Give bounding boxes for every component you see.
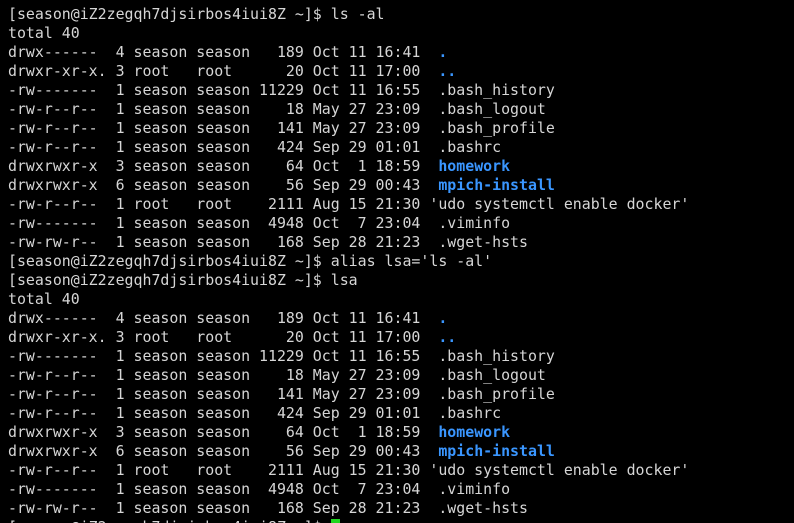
terminal-line-text: -bash: alias: -al': not found [8, 0, 268, 4]
directory-name: . [438, 43, 448, 61]
terminal-line-text: -rw-r--r-- 1 season season 18 May 27 23:… [8, 366, 546, 384]
terminal-output: -bash: alias: -al': not found[season@iZ2… [8, 0, 689, 523]
terminal-line: drwxrwxr-x 6 season season 56 Sep 29 00:… [8, 442, 689, 461]
terminal-line-text: -rw------- 1 season season 11229 Oct 11 … [8, 347, 555, 365]
terminal-line: drwx------ 4 season season 189 Oct 11 16… [8, 309, 689, 328]
terminal-line-text: -rw------- 1 season season 11229 Oct 11 … [8, 81, 555, 99]
terminal-line: -rw-r--r-- 1 root root 2111 Aug 15 21:30… [8, 461, 689, 480]
terminal-line-text: -rw-r--r-- 1 season season 18 May 27 23:… [8, 100, 546, 118]
terminal-line-text: total 40 [8, 290, 80, 308]
directory-name: .. [438, 62, 457, 80]
terminal-line-text: [season@iZ2zegqh7djsirbos4iui8Z ~]$ alia… [8, 252, 493, 270]
terminal-line: -rw------- 1 season season 4948 Oct 7 23… [8, 480, 689, 499]
terminal-line: total 40 [8, 290, 689, 309]
terminal-line-text: -rw-r--r-- 1 root root 2111 Aug 15 21:30… [8, 461, 690, 479]
directory-name: homework [438, 157, 511, 175]
terminal-line: -rw-r--r-- 1 season season 141 May 27 23… [8, 119, 689, 138]
directory-name: homework [438, 423, 511, 441]
terminal-line-text: -rw------- 1 season season 4948 Oct 7 23… [8, 480, 511, 498]
directory-name: . [438, 309, 448, 327]
terminal-line-text: -rw-rw-r-- 1 season season 168 Sep 28 21… [8, 499, 528, 517]
terminal-line-text: -rw------- 1 season season 4948 Oct 7 23… [8, 214, 511, 232]
terminal-line-text: drwxrwxr-x 3 season season 64 Oct 1 18:5… [8, 423, 439, 441]
terminal-line: -rw------- 1 season season 11229 Oct 11 … [8, 81, 689, 100]
directory-name: mpich-install [438, 176, 555, 194]
terminal-line-text: -rw-r--r-- 1 root root 2111 Aug 15 21:30… [8, 195, 690, 213]
terminal-line-text: [season@iZ2zegqh7djsirbos4iui8Z ~]$ lsa [8, 271, 358, 289]
terminal-line: -rw-r--r-- 1 season season 141 May 27 23… [8, 385, 689, 404]
terminal-line: drwxrwxr-x 6 season season 56 Sep 29 00:… [8, 176, 689, 195]
terminal-line: -rw-r--r-- 1 season season 424 Sep 29 01… [8, 138, 689, 157]
terminal-line: drwxrwxr-x 3 season season 64 Oct 1 18:5… [8, 157, 689, 176]
terminal-line: -rw-rw-r-- 1 season season 168 Sep 28 21… [8, 499, 689, 518]
terminal-line: -rw------- 1 season season 11229 Oct 11 … [8, 347, 689, 366]
terminal-line: -rw-r--r-- 1 season season 424 Sep 29 01… [8, 404, 689, 423]
terminal-line-text: -rw-r--r-- 1 season season 141 May 27 23… [8, 385, 555, 403]
directory-name: mpich-install [438, 442, 555, 460]
terminal-line-text: drwx------ 4 season season 189 Oct 11 16… [8, 43, 439, 61]
terminal-line: drwxr-xr-x. 3 root root 20 Oct 11 17:00 … [8, 62, 689, 81]
terminal-line: total 40 [8, 24, 689, 43]
terminal-line: -rw-r--r-- 1 season season 18 May 27 23:… [8, 366, 689, 385]
terminal-line: -rw-r--r-- 1 root root 2111 Aug 15 21:30… [8, 195, 689, 214]
terminal-line-text: -rw-r--r-- 1 season season 141 May 27 23… [8, 119, 555, 137]
terminal-line-text: -rw-r--r-- 1 season season 424 Sep 29 01… [8, 138, 502, 156]
terminal-line-text: [season@iZ2zegqh7djsirbos4iui8Z ~]$ ls -… [8, 5, 385, 23]
terminal-line: -rw------- 1 season season 4948 Oct 7 23… [8, 214, 689, 233]
terminal-line: drwxrwxr-x 3 season season 64 Oct 1 18:5… [8, 423, 689, 442]
terminal-line-text: drwxrwxr-x 6 season season 56 Sep 29 00:… [8, 442, 439, 460]
terminal-line-text: -rw-r--r-- 1 season season 424 Sep 29 01… [8, 404, 502, 422]
terminal-line-text: drwx------ 4 season season 189 Oct 11 16… [8, 309, 439, 327]
terminal-line: [season@iZ2zegqh7djsirbos4iui8Z ~]$ lsa [8, 271, 689, 290]
terminal-line-text: drwxrwxr-x 6 season season 56 Sep 29 00:… [8, 176, 439, 194]
directory-name: .. [438, 328, 457, 346]
terminal-window[interactable]: -bash: alias: -al': not found[season@iZ2… [0, 0, 794, 523]
terminal-line: [season@iZ2zegqh7djsirbos4iui8Z ~]$ alia… [8, 252, 689, 271]
terminal-line: -rw-r--r-- 1 season season 18 May 27 23:… [8, 100, 689, 119]
terminal-line: [season@iZ2zegqh7djsirbos4iui8Z ~]$ [8, 518, 689, 523]
terminal-line-text: drwxrwxr-x 3 season season 64 Oct 1 18:5… [8, 157, 439, 175]
terminal-line: -rw-rw-r-- 1 season season 168 Sep 28 21… [8, 233, 689, 252]
terminal-line-text: total 40 [8, 24, 80, 42]
terminal-line: drwx------ 4 season season 189 Oct 11 16… [8, 43, 689, 62]
terminal-line-text: drwxr-xr-x. 3 root root 20 Oct 11 17:00 [8, 328, 439, 346]
text-cursor [330, 519, 340, 523]
terminal-line: drwxr-xr-x. 3 root root 20 Oct 11 17:00 … [8, 328, 689, 347]
terminal-line-text: drwxr-xr-x. 3 root root 20 Oct 11 17:00 [8, 62, 439, 80]
terminal-line-text: -rw-rw-r-- 1 season season 168 Sep 28 21… [8, 233, 528, 251]
terminal-line: [season@iZ2zegqh7djsirbos4iui8Z ~]$ ls -… [8, 5, 689, 24]
terminal-line-text: [season@iZ2zegqh7djsirbos4iui8Z ~]$ [8, 518, 331, 523]
